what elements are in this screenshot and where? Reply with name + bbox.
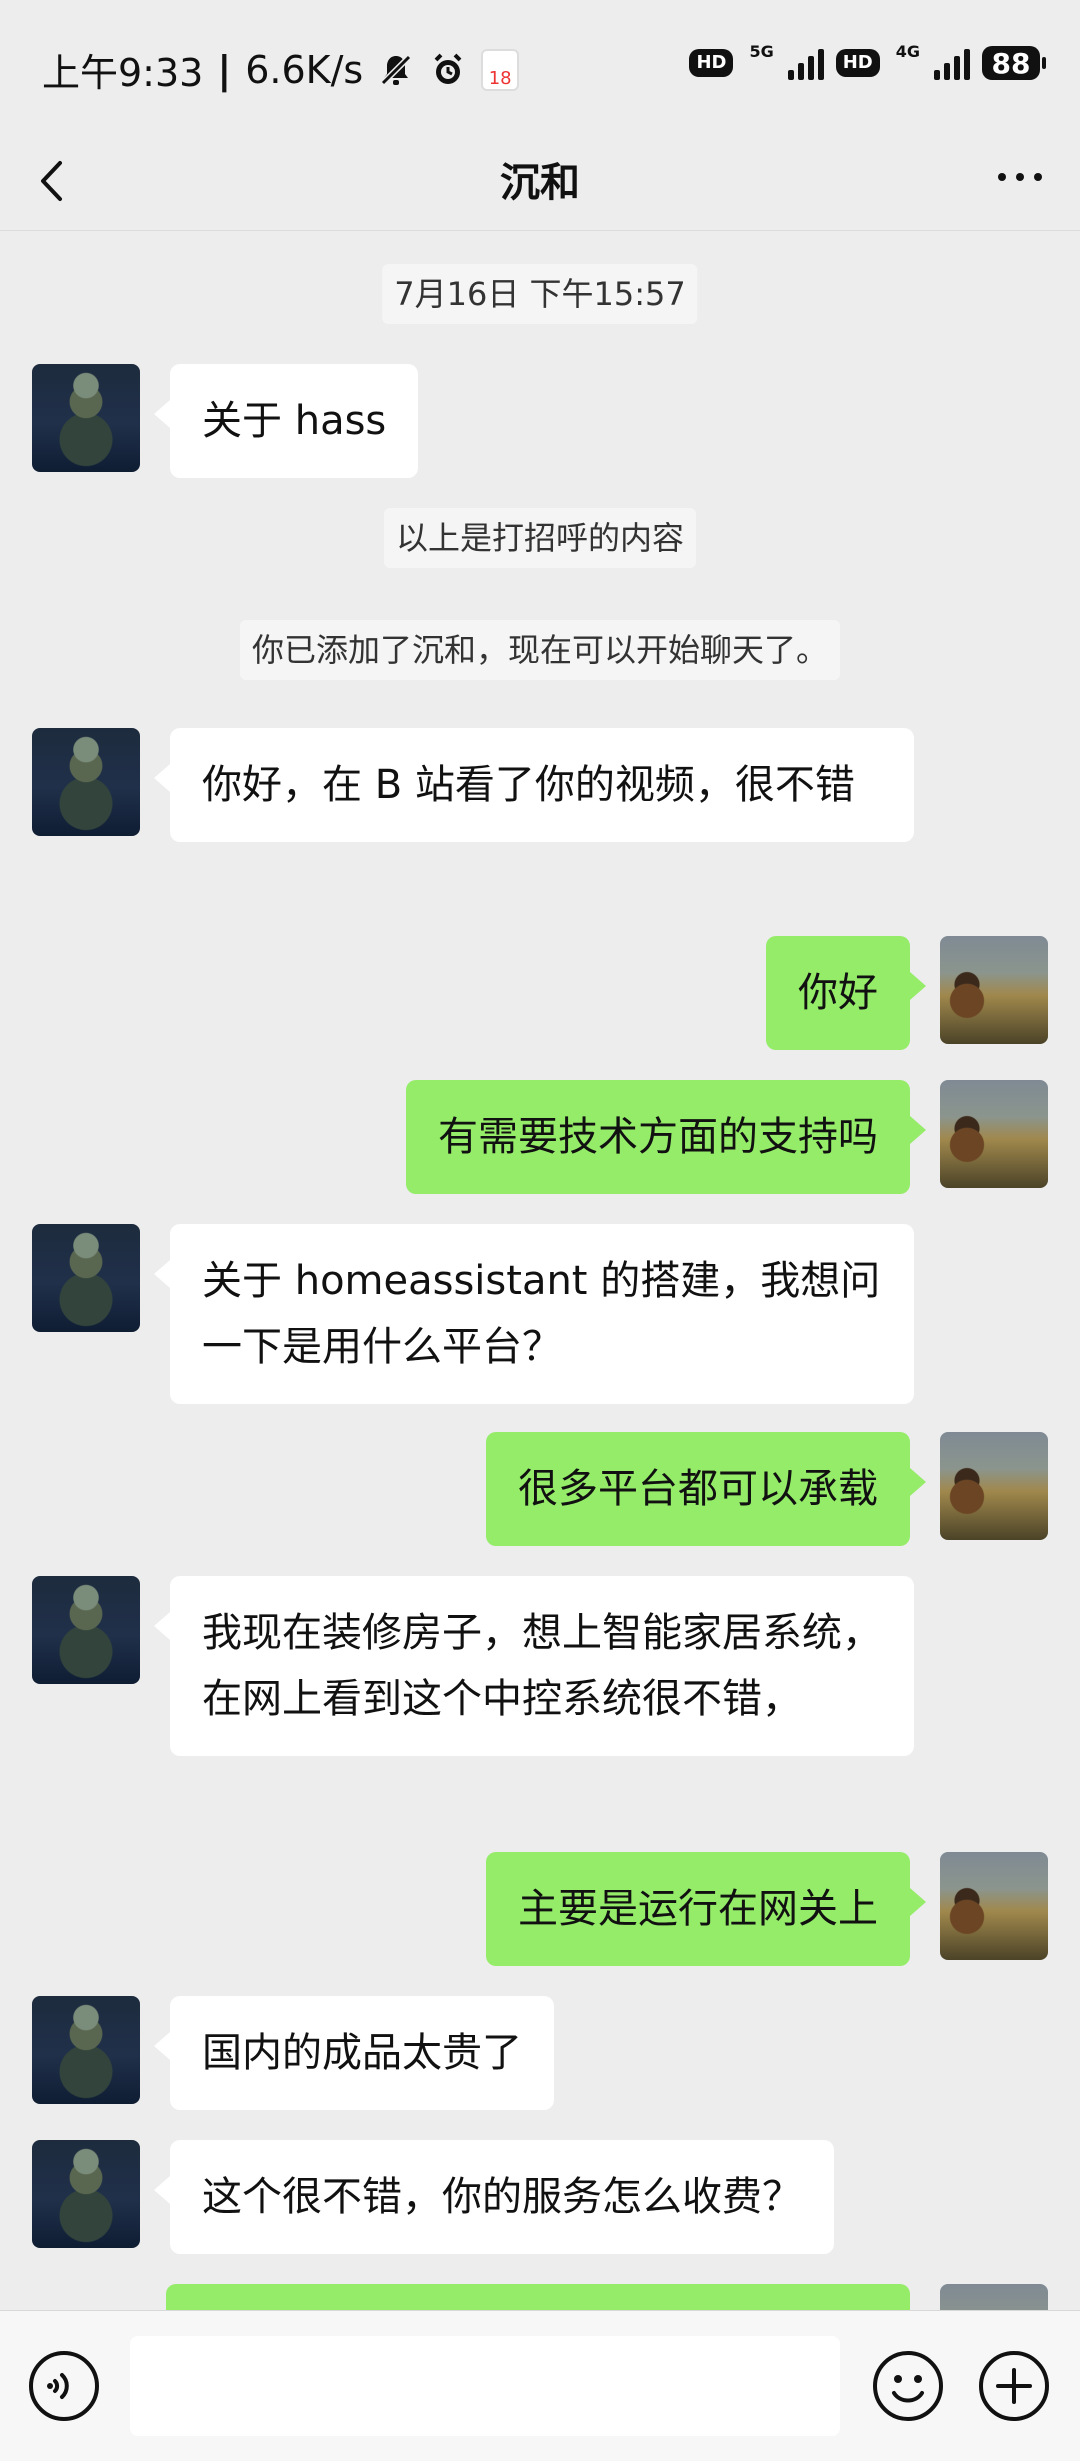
system-message: 你已添加了沉和，现在可以开始聊天了。 xyxy=(239,620,841,680)
message-input[interactable] xyxy=(130,2336,840,2436)
more-icon xyxy=(998,173,1042,181)
my-avatar[interactable] xyxy=(940,1080,1048,1188)
my-avatar[interactable] xyxy=(940,1432,1048,1540)
battery-icon: 88 xyxy=(982,46,1046,80)
contact-avatar[interactable] xyxy=(32,1224,140,1332)
message-bubble-left[interactable]: 我现在装修房子，想上智能家居系统，在网上看到这个中控系统很不错， xyxy=(154,1576,914,1756)
system-message: 以上是打招呼的内容 xyxy=(383,508,697,568)
battery-level: 88 xyxy=(991,46,1031,80)
chat-header: 沉和 xyxy=(0,130,1080,231)
plus-icon xyxy=(979,2351,1049,2421)
message-bubble-left[interactable]: 这个很不错，你的服务怎么收费？ xyxy=(154,2140,834,2254)
network-type-2: 4G xyxy=(895,41,920,61)
mute-bell-icon xyxy=(377,51,415,89)
date-divider: 7月16日 下午15:57 xyxy=(382,264,698,324)
status-right: HD 5G HD 4G 88 xyxy=(689,42,1046,80)
status-left: 上午9:33 | 6.6K/s 18 xyxy=(42,42,520,97)
hd-badge-2: HD xyxy=(835,49,880,77)
my-avatar[interactable] xyxy=(940,1852,1048,1960)
status-time: 上午9:33 xyxy=(42,51,204,95)
chat-area[interactable]: 7月16日 下午15:57 关于 hass 以上是打招呼的内容 你已添加了沉和，… xyxy=(0,230,1080,2310)
message-bubble-left[interactable]: 关于 homeassistant 的搭建，我想问一下是用什么平台？ xyxy=(154,1224,914,1404)
alarm-icon xyxy=(429,51,467,89)
chat-title: 沉和 xyxy=(500,160,580,206)
hd-badge-1: HD xyxy=(689,49,734,77)
more-button[interactable] xyxy=(990,152,1050,202)
contact-avatar[interactable] xyxy=(32,1576,140,1684)
contact-avatar[interactable] xyxy=(32,1996,140,2104)
message-bubble-left[interactable]: 国内的成品太贵了 xyxy=(154,1996,554,2110)
contact-avatar[interactable] xyxy=(32,2140,140,2248)
plus-button[interactable] xyxy=(976,2348,1052,2424)
calendar-day: 18 xyxy=(488,67,512,89)
message-bubble-left[interactable]: 你好，在 B 站看了你的视频，很不错 xyxy=(154,728,914,842)
message-bubble-right[interactable]: 主要是运行在网关上 xyxy=(486,1852,926,1966)
signal-icon-1 xyxy=(787,46,824,80)
emoji-button[interactable] xyxy=(870,2348,946,2424)
network-type-1: 5G xyxy=(749,41,774,61)
voice-icon xyxy=(29,2351,99,2421)
my-avatar[interactable] xyxy=(940,2284,1048,2310)
message-bubble-right[interactable]: 你好 xyxy=(766,936,926,1050)
status-bar: 上午9:33 | 6.6K/s 18 HD 5G HD 4G 88 xyxy=(0,0,1080,130)
contact-avatar[interactable] xyxy=(32,364,140,472)
message-bubble-right[interactable]: 有需要技术方面的支持吗 xyxy=(406,1080,926,1194)
calendar-icon: 18 xyxy=(481,48,520,91)
message-bubble-partial[interactable] xyxy=(166,2284,910,2310)
emoji-icon xyxy=(873,2351,943,2421)
voice-button[interactable] xyxy=(26,2348,102,2424)
network-speed: 6.6K/s xyxy=(245,47,364,92)
input-bar xyxy=(0,2310,1080,2461)
message-bubble-right[interactable]: 很多平台都可以承载 xyxy=(486,1432,926,1546)
contact-avatar[interactable] xyxy=(32,728,140,836)
my-avatar[interactable] xyxy=(940,936,1048,1044)
message-bubble-left[interactable]: 关于 hass xyxy=(153,364,419,478)
status-separator: | xyxy=(217,47,232,92)
signal-icon-2 xyxy=(934,46,970,80)
